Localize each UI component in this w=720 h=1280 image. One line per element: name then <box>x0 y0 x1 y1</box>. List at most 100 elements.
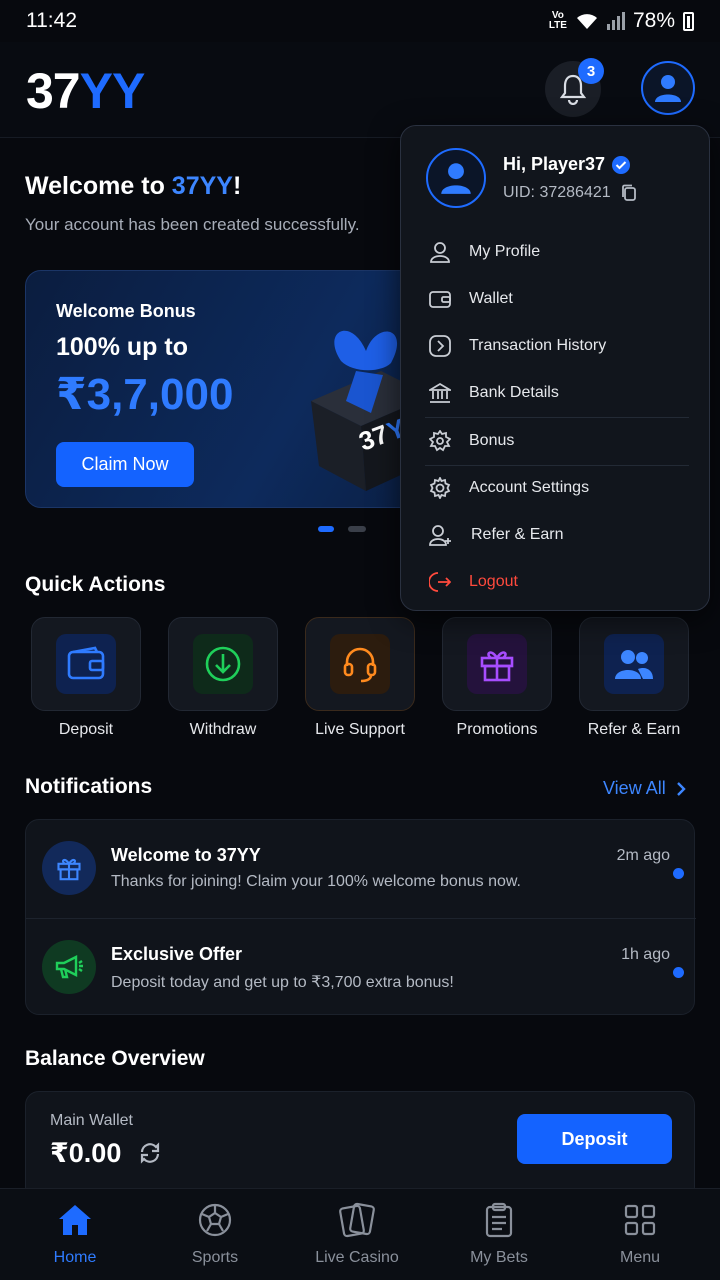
quick-action-label: Promotions <box>456 721 538 738</box>
notification-icon-wrap <box>42 841 96 895</box>
notification-title: Welcome to 37YY <box>111 845 261 865</box>
nav-label: Sports <box>191 1249 239 1266</box>
claim-now-button[interactable]: Claim Now <box>56 442 194 487</box>
welcome-suffix: ! <box>232 172 242 200</box>
wallet-icon <box>429 291 451 308</box>
nav-live-casino[interactable]: Live Casino <box>297 1201 417 1267</box>
banner-subtitle: 100% up to <box>56 333 188 361</box>
profile-avatar-button[interactable] <box>641 61 695 115</box>
nav-label: Live Casino <box>315 1249 399 1266</box>
welcome-prefix: Welcome to <box>25 172 172 200</box>
gift-icon <box>57 858 81 881</box>
history-icon <box>429 335 451 357</box>
nav-home[interactable]: Home <box>15 1201 135 1267</box>
menu-item-label: Bank Details <box>469 384 559 401</box>
soccer-ball-icon <box>198 1203 232 1237</box>
menu-item-refer-earn[interactable]: Refer & Earn <box>429 515 689 555</box>
wifi-icon <box>576 14 597 29</box>
bonus-icon <box>429 430 451 452</box>
gift-icon <box>480 651 514 682</box>
welcome-subtitle: Your account has been created successful… <box>25 215 360 234</box>
quick-action-promotions[interactable]: Promotions <box>442 617 552 739</box>
notification-item[interactable]: Welcome to 37YY Thanks for joining! Clai… <box>26 820 696 918</box>
user-plus-icon <box>429 525 451 546</box>
bottom-navigation: Home Sports Live Casino My Bets Menu <box>0 1188 720 1280</box>
quick-actions-title: Quick Actions <box>25 573 166 596</box>
unread-dot <box>673 967 684 978</box>
verified-badge-icon <box>612 155 631 174</box>
dropdown-avatar <box>426 148 486 208</box>
notification-desc: Thanks for joining! Claim your 100% welc… <box>111 873 521 890</box>
quick-action-live-support[interactable]: Live Support <box>305 617 415 739</box>
menu-item-label: Refer & Earn <box>471 526 564 543</box>
user-uid: UID: 37286421 <box>503 184 637 202</box>
volte-icon: Vo LTE <box>548 10 567 31</box>
menu-item-transaction-history[interactable]: Transaction History <box>429 326 689 366</box>
user-avatar-icon <box>655 75 681 102</box>
menu-item-label: Account Settings <box>469 479 590 496</box>
carousel-dots[interactable] <box>318 526 366 532</box>
carousel-dot[interactable] <box>348 526 366 532</box>
cards-icon <box>339 1202 375 1238</box>
user-icon <box>430 242 450 263</box>
home-icon <box>59 1205 91 1235</box>
menu-item-label: Logout <box>469 573 518 590</box>
notification-badge: 3 <box>578 58 604 84</box>
menu-item-bank-details[interactable]: Bank Details <box>429 373 689 413</box>
view-all-label: View All <box>603 778 666 798</box>
greeting-text: Hi, Player37 <box>503 154 606 174</box>
menu-item-label: Wallet <box>469 290 513 307</box>
logo[interactable]: 37YY <box>26 62 146 120</box>
copy-icon[interactable] <box>621 184 637 202</box>
quick-action-label: Deposit <box>58 721 114 738</box>
battery-text: 78% <box>632 9 675 32</box>
refresh-icon[interactable] <box>139 1142 161 1164</box>
app-header: 37YY 3 <box>0 42 720 138</box>
quick-action-withdraw[interactable]: Withdraw <box>168 617 278 739</box>
quick-action-refer-earn[interactable]: Refer & Earn <box>579 617 689 739</box>
notification-time: 1h ago <box>621 946 670 963</box>
nav-menu[interactable]: Menu <box>580 1201 700 1267</box>
nav-my-bets[interactable]: My Bets <box>439 1201 559 1267</box>
menu-item-logout[interactable]: Logout <box>429 562 689 602</box>
grid-icon <box>624 1204 656 1236</box>
banner-label: Welcome Bonus <box>56 301 196 321</box>
unread-dot <box>673 868 684 879</box>
user-greeting: Hi, Player37 <box>503 154 631 175</box>
nav-sports[interactable]: Sports <box>155 1201 275 1267</box>
carousel-dot-active[interactable] <box>318 526 334 532</box>
status-time: 11:42 <box>26 9 77 32</box>
logout-icon <box>429 572 451 592</box>
battery-icon <box>683 11 694 31</box>
notification-item[interactable]: Exclusive Offer Deposit today and get up… <box>26 918 696 1016</box>
logo-part1: 37 <box>26 63 81 119</box>
menu-divider <box>425 465 689 466</box>
users-icon <box>615 650 653 679</box>
wallet-icon <box>67 646 105 680</box>
chevron-right-icon <box>676 781 686 796</box>
menu-item-wallet[interactable]: Wallet <box>429 279 689 319</box>
balance-overview-title: Balance Overview <box>25 1047 205 1070</box>
profile-dropdown-menu: Hi, Player37 UID: 37286421 My Profile Wa… <box>400 125 710 611</box>
deposit-button[interactable]: Deposit <box>517 1114 672 1164</box>
quick-action-label: Refer & Earn <box>587 721 681 738</box>
status-icons: Vo LTE 78% <box>549 9 694 33</box>
notifications-list: Welcome to 37YY Thanks for joining! Clai… <box>25 819 696 1016</box>
bank-icon <box>429 382 451 403</box>
gear-icon <box>429 477 451 499</box>
menu-item-my-profile[interactable]: My Profile <box>429 232 689 272</box>
quick-action-deposit[interactable]: Deposit <box>31 617 141 739</box>
menu-item-bonus[interactable]: Bonus <box>429 421 689 461</box>
wallet-label: Main Wallet <box>50 1112 133 1129</box>
user-avatar-icon <box>441 163 471 194</box>
nav-label: Menu <box>619 1249 661 1266</box>
menu-item-label: Bonus <box>469 432 515 449</box>
menu-item-account-settings[interactable]: Account Settings <box>429 468 689 508</box>
nav-label: My Bets <box>470 1249 528 1266</box>
banner-amount: ₹3,7,000 <box>56 370 234 419</box>
view-all-link[interactable]: View All <box>603 778 686 799</box>
notification-icon-wrap <box>42 940 96 994</box>
notification-title: Exclusive Offer <box>111 944 243 964</box>
notification-time: 2m ago <box>616 847 670 864</box>
logo-part2: YY <box>79 63 146 119</box>
